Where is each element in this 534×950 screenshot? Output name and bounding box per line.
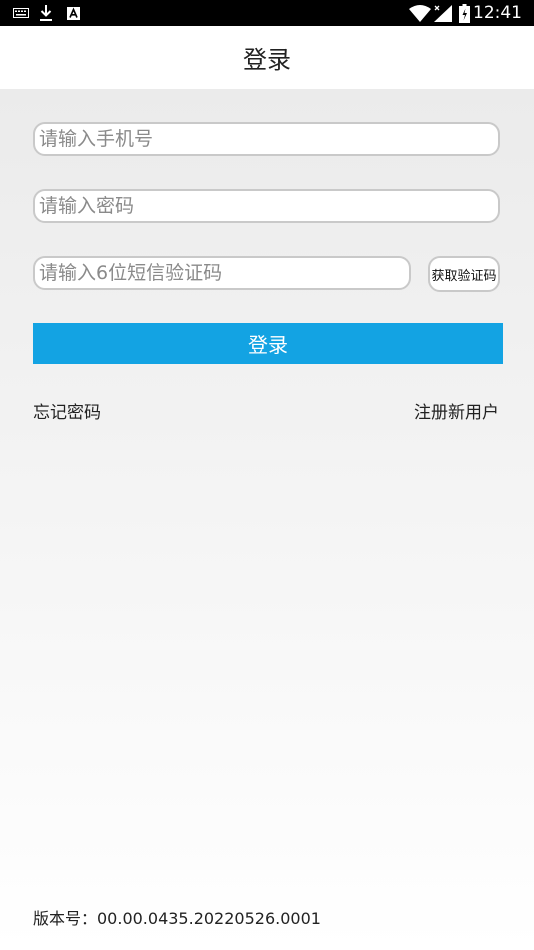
phone-input[interactable] — [33, 122, 500, 156]
sms-code-input[interactable] — [33, 256, 411, 290]
battery-icon — [458, 0, 470, 26]
signal-icon — [434, 0, 452, 26]
font-a-icon — [66, 0, 80, 26]
version-label: 版本号：00.00.0435.20220526.0001 — [33, 909, 321, 928]
page-title: 登录 — [243, 46, 291, 74]
download-icon — [38, 0, 54, 26]
login-screen: 12:41 登录 获取验证码 登录 忘记密码 注册新用户 版本号：00.00.0… — [0, 0, 534, 950]
header: 登录 — [0, 26, 534, 89]
login-button[interactable]: 登录 — [33, 323, 503, 364]
status-time: 12:41 — [473, 3, 522, 23]
register-link[interactable]: 注册新用户 — [414, 398, 499, 423]
password-input[interactable] — [33, 189, 500, 223]
wifi-icon — [408, 0, 432, 26]
status-bar: 12:41 — [0, 0, 534, 26]
keyboard-icon — [12, 0, 30, 26]
forgot-password-link[interactable]: 忘记密码 — [33, 398, 101, 423]
get-sms-code-button[interactable]: 获取验证码 — [428, 256, 500, 292]
